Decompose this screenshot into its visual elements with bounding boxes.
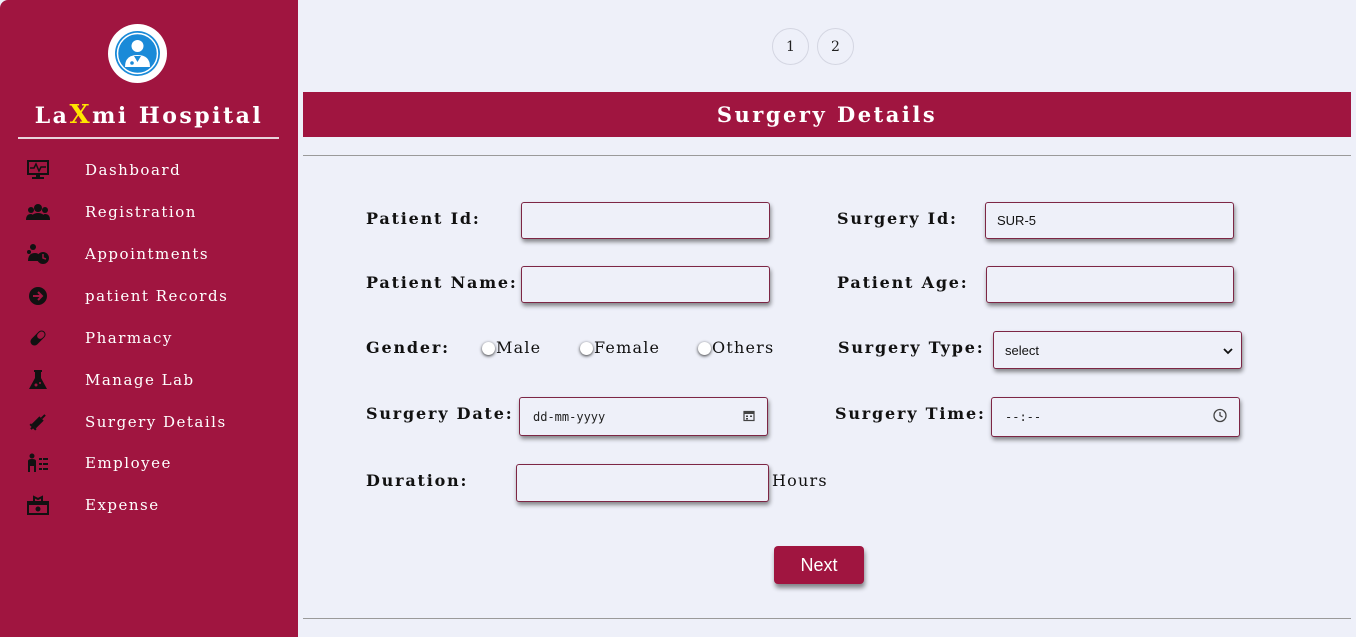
- surgery-type-select[interactable]: select: [993, 331, 1242, 369]
- brand-title: LaXmi Hospital: [0, 100, 298, 130]
- users-icon: [26, 200, 50, 224]
- sidebar-item-manage-lab[interactable]: Manage Lab: [0, 368, 298, 400]
- brand-prefix: La: [34, 103, 70, 129]
- duration-unit-label: Hours: [772, 471, 828, 490]
- expense-icon: [26, 493, 50, 517]
- arrow-circle-icon: [26, 284, 50, 308]
- clock-icon[interactable]: [1213, 408, 1227, 426]
- sidebar-item-label: Expense: [85, 496, 160, 514]
- gender-male-radio[interactable]: [482, 342, 495, 355]
- surgery-date-placeholder: dd-mm-yyyy: [533, 409, 606, 424]
- sidebar-item-label: Pharmacy: [85, 329, 173, 347]
- sidebar-item-patient-records[interactable]: patient Records: [0, 284, 298, 316]
- gender-label: Gender:: [366, 338, 450, 357]
- pill-icon: [26, 326, 50, 350]
- brand-divider: [18, 137, 279, 139]
- surgery-time-placeholder: --:--: [1005, 410, 1042, 424]
- sidebar-item-label: Surgery Details: [85, 413, 227, 431]
- surgery-date-input[interactable]: dd-mm-yyyy: [519, 397, 768, 436]
- sidebar-item-label: Registration: [85, 203, 197, 221]
- sidebar-item-label: Dashboard: [85, 161, 182, 179]
- chevron-down-icon: [1223, 343, 1233, 358]
- surgery-id-input[interactable]: SUR-5: [985, 202, 1234, 239]
- surgery-id-label: Surgery Id:: [837, 209, 958, 228]
- page-1-button[interactable]: 1: [772, 28, 809, 65]
- sidebar-item-label: Manage Lab: [85, 371, 195, 389]
- calendar-icon[interactable]: [743, 409, 755, 424]
- brand-highlight: X: [69, 100, 93, 130]
- monitor-icon: [26, 158, 50, 182]
- flask-icon: [26, 368, 50, 392]
- duration-input[interactable]: [516, 464, 769, 502]
- patient-id-input[interactable]: [521, 202, 770, 239]
- surgery-date-label: Surgery Date:: [366, 404, 514, 423]
- gender-female-radio[interactable]: [580, 342, 593, 355]
- sidebar-item-label: patient Records: [85, 287, 229, 305]
- gender-female-label: Female: [594, 338, 661, 357]
- sidebar-item-pharmacy[interactable]: Pharmacy: [0, 326, 298, 358]
- top-divider: [303, 155, 1351, 156]
- user-clock-icon: [26, 242, 50, 266]
- sidebar-item-surgery-details[interactable]: Surgery Details: [0, 410, 298, 442]
- gender-others-radio[interactable]: [698, 342, 711, 355]
- employee-list-icon: [26, 451, 50, 475]
- duration-label: Duration:: [366, 471, 469, 490]
- surgery-type-value: select: [1005, 342, 1039, 358]
- syringe-icon: [26, 410, 50, 434]
- patient-name-input[interactable]: [521, 266, 770, 303]
- patient-name-label: Patient Name:: [366, 273, 518, 292]
- patient-id-label: Patient Id:: [366, 209, 481, 228]
- patient-age-input[interactable]: [986, 266, 1234, 303]
- surgery-type-label: Surgery Type:: [838, 338, 985, 357]
- brand-suffix: mi Hospital: [92, 103, 264, 129]
- sidebar-item-label: Appointments: [85, 245, 210, 263]
- doctor-avatar-icon: [115, 31, 160, 76]
- next-button[interactable]: Next: [774, 546, 864, 584]
- sidebar-item-employee[interactable]: Employee: [0, 451, 298, 483]
- gender-others-label: Others: [712, 338, 775, 357]
- sidebar-item-label: Employee: [85, 454, 172, 472]
- page-title: Surgery Details: [303, 92, 1351, 137]
- sidebar: LaXmi Hospital Dashboard Registration Ap…: [0, 0, 298, 637]
- page-2-button[interactable]: 2: [817, 28, 854, 65]
- sidebar-item-registration[interactable]: Registration: [0, 200, 298, 232]
- surgery-time-label: Surgery Time:: [835, 404, 986, 423]
- hospital-logo: [108, 24, 167, 83]
- sidebar-item-expense[interactable]: Expense: [0, 493, 298, 525]
- bottom-divider: [303, 618, 1351, 619]
- sidebar-item-appointments[interactable]: Appointments: [0, 242, 298, 274]
- gender-male-label: Male: [496, 338, 542, 357]
- sidebar-item-dashboard[interactable]: Dashboard: [0, 158, 298, 190]
- surgery-time-input[interactable]: --:--: [991, 397, 1240, 437]
- patient-age-label: Patient Age:: [837, 273, 969, 292]
